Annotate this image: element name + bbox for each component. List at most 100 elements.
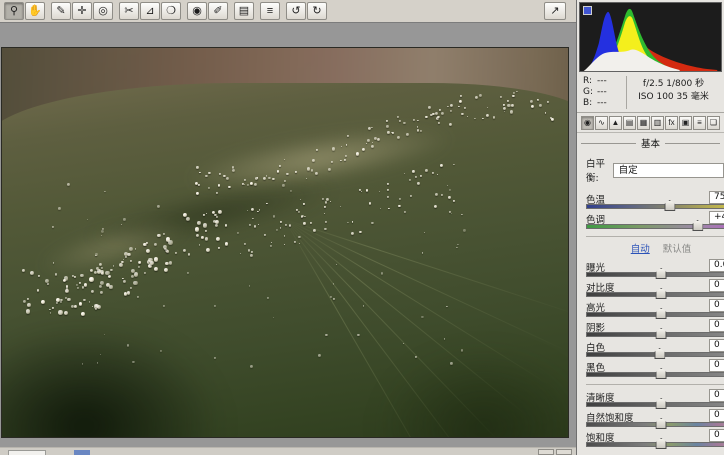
tint-slider-track[interactable] bbox=[586, 224, 724, 229]
clarity-slider-track[interactable] bbox=[586, 402, 724, 407]
color-sampler-tool[interactable]: ✛ bbox=[72, 2, 92, 20]
water-droplet bbox=[359, 230, 362, 233]
water-droplet bbox=[214, 223, 218, 227]
water-droplet bbox=[163, 305, 166, 307]
highlights-slider-thumb[interactable] bbox=[655, 308, 667, 319]
default-link[interactable]: 默认值 bbox=[663, 244, 692, 255]
image-preview[interactable] bbox=[2, 48, 568, 437]
water-droplet bbox=[374, 137, 378, 140]
shadows-slider-value[interactable]: 0 bbox=[709, 319, 724, 332]
water-droplet bbox=[207, 186, 210, 190]
contrast-slider-track[interactable] bbox=[586, 292, 724, 297]
water-droplet bbox=[99, 281, 104, 285]
button-clipped[interactable] bbox=[556, 449, 572, 455]
tab-presets[interactable]: ≡ bbox=[693, 116, 706, 130]
action-buttons-clipped bbox=[538, 449, 572, 455]
zoom-level-control[interactable] bbox=[8, 450, 46, 455]
water-droplet bbox=[81, 286, 84, 289]
hand-tool[interactable]: ✋ bbox=[25, 2, 45, 20]
water-droplet bbox=[305, 177, 307, 180]
water-droplet bbox=[217, 209, 223, 214]
toggle-fullscreen-button[interactable]: ↗ bbox=[544, 2, 566, 20]
button-clipped[interactable] bbox=[538, 449, 554, 455]
water-droplet bbox=[448, 196, 451, 199]
blacks-slider-value[interactable]: 0 bbox=[709, 359, 724, 372]
water-droplet bbox=[512, 94, 515, 98]
whites-slider-value[interactable]: 0 bbox=[709, 339, 724, 352]
water-droplet bbox=[439, 109, 441, 111]
water-droplet bbox=[420, 175, 422, 177]
water-droplet bbox=[351, 221, 354, 223]
temperature-slider-thumb[interactable] bbox=[664, 200, 676, 211]
saturation-slider-thumb[interactable] bbox=[655, 438, 667, 449]
blacks-slider-track[interactable] bbox=[586, 372, 724, 377]
water-droplet bbox=[503, 104, 505, 106]
exposure-slider-track[interactable] bbox=[586, 272, 724, 277]
vibrance-slider-track[interactable] bbox=[586, 422, 724, 427]
contrast-slider-value[interactable]: 0 bbox=[709, 279, 724, 292]
highlights-slider-value[interactable]: 0 bbox=[709, 299, 724, 312]
clarity-slider-thumb[interactable] bbox=[655, 398, 667, 409]
preferences-button[interactable]: ≡ bbox=[260, 2, 280, 20]
vibrance-slider-value[interactable]: 0 bbox=[709, 409, 724, 422]
tint-slider-value[interactable]: +4 bbox=[709, 211, 724, 224]
tab-basic[interactable]: ◉ bbox=[581, 116, 594, 130]
tab-split-toning[interactable]: ▦ bbox=[637, 116, 650, 130]
rotate-left-button[interactable]: ↺ bbox=[286, 2, 306, 20]
auto-link[interactable]: 自动 bbox=[631, 244, 650, 255]
water-droplet bbox=[446, 305, 448, 307]
crop-tool[interactable]: ✂ bbox=[119, 2, 139, 20]
temperature-slider-track[interactable] bbox=[586, 204, 724, 209]
rotate-right-button[interactable]: ↻ bbox=[307, 2, 327, 20]
tab-effects[interactable]: fx bbox=[665, 116, 678, 130]
vibrance-slider: 自然饱和度 0 bbox=[586, 409, 724, 429]
zoom-tool[interactable]: ⚲ bbox=[4, 2, 24, 20]
white-balance-select[interactable]: 自定 bbox=[612, 162, 724, 178]
water-droplet bbox=[74, 305, 77, 308]
exposure-slider-thumb[interactable] bbox=[655, 268, 667, 279]
contrast-slider-thumb[interactable] bbox=[655, 288, 667, 299]
water-droplet bbox=[324, 220, 327, 223]
tab-snapshots[interactable]: ❏ bbox=[707, 116, 720, 130]
water-droplet bbox=[25, 309, 31, 314]
red-eye-tool[interactable]: ◉ bbox=[187, 2, 207, 20]
adjustment-brush-tool[interactable]: ✐ bbox=[208, 2, 228, 20]
exposure-slider-value[interactable]: 0.0 bbox=[709, 259, 724, 272]
tab-detail[interactable]: ▲ bbox=[609, 116, 622, 130]
water-droplet bbox=[100, 291, 104, 294]
shadows-slider-thumb[interactable] bbox=[655, 328, 667, 339]
histogram-plot bbox=[580, 3, 721, 71]
water-droplet bbox=[272, 317, 274, 319]
tab-lens-corrections[interactable]: ▥ bbox=[651, 116, 664, 130]
water-droplet bbox=[65, 287, 69, 290]
whites-slider-thumb[interactable] bbox=[654, 348, 666, 359]
straighten-tool[interactable]: ⊿ bbox=[140, 2, 160, 20]
spot-removal-tool[interactable]: ❍ bbox=[161, 2, 181, 20]
clarity-slider-value[interactable]: 0 bbox=[709, 389, 724, 402]
water-droplet bbox=[283, 179, 286, 182]
temperature-slider-value[interactable]: 750 bbox=[709, 191, 724, 204]
blacks-slider-thumb[interactable] bbox=[655, 368, 667, 379]
tab-hsl-grayscale[interactable]: ▤ bbox=[623, 116, 636, 130]
tab-camera-calibration[interactable]: ▣ bbox=[679, 116, 692, 130]
white-balance-tool[interactable]: ✎ bbox=[51, 2, 71, 20]
water-droplet bbox=[80, 312, 85, 316]
water-droplet bbox=[357, 334, 360, 337]
graduated-filter-tool[interactable]: ▤ bbox=[234, 2, 254, 20]
vibrance-slider-thumb[interactable] bbox=[655, 418, 667, 429]
water-droplet bbox=[293, 241, 296, 244]
tint-slider-thumb[interactable] bbox=[692, 220, 704, 231]
saturation-slider-track[interactable] bbox=[586, 442, 724, 447]
highlights-slider-track[interactable] bbox=[586, 312, 724, 317]
water-droplet bbox=[79, 281, 82, 284]
saturation-slider-value[interactable]: 0 bbox=[709, 429, 724, 442]
water-droplet bbox=[428, 105, 431, 109]
water-droplet bbox=[196, 166, 199, 169]
water-droplet bbox=[133, 280, 138, 286]
shadow-clipping-indicator[interactable] bbox=[583, 6, 592, 15]
workflow-options-link[interactable] bbox=[74, 450, 90, 455]
tab-tone-curve[interactable]: ∿ bbox=[595, 116, 608, 130]
water-droplet bbox=[547, 100, 549, 103]
shadows-slider-track[interactable] bbox=[586, 332, 724, 337]
targeted-adjustment-tool[interactable]: ◎ bbox=[93, 2, 113, 20]
